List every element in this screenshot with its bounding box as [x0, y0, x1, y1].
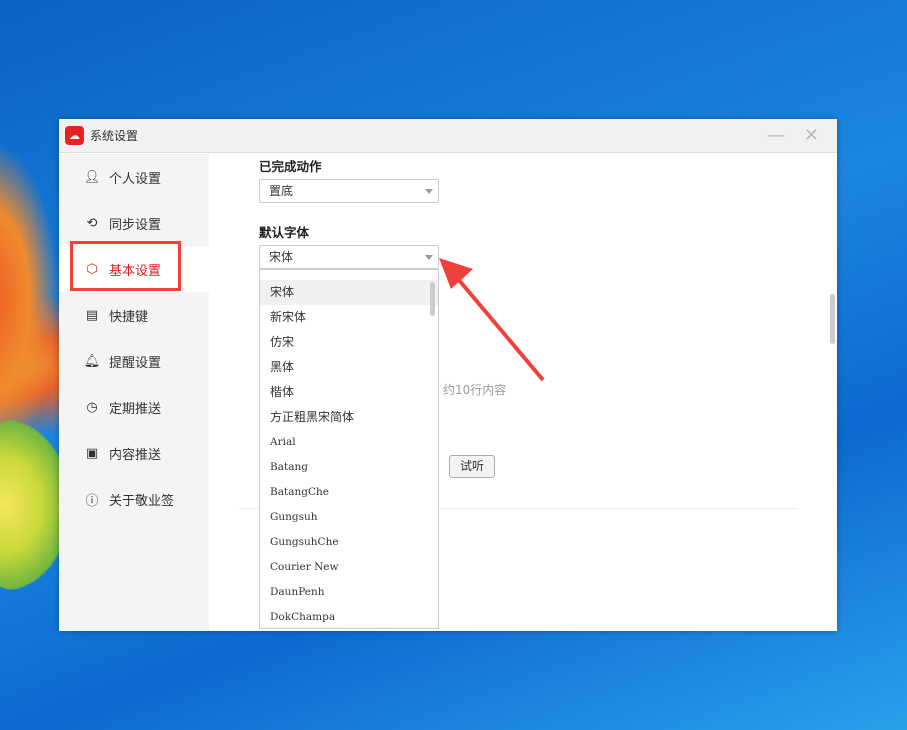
- annotation-highlight-box: [70, 241, 181, 291]
- sidebar-item-about[interactable]: ⓘ 关于敬业签: [59, 476, 209, 522]
- close-button[interactable]: ✕: [804, 125, 819, 146]
- sidebar-item-label: 定期推送: [109, 401, 162, 417]
- sidebar-item-reminder[interactable]: 🔔︎ 提醒设置: [59, 338, 209, 384]
- default-font-label: 默认字体: [259, 225, 310, 240]
- clock-icon: ◷: [86, 399, 98, 415]
- select-value: 置底: [269, 184, 294, 198]
- info-icon: ⓘ: [85, 493, 99, 509]
- sidebar-item-label: 提醒设置: [109, 355, 162, 371]
- sidebar: 👤︎ 个人设置 ⟲ 同步设置 ⬡ 基本设置 ▤ 快捷键 🔔︎ 提醒设置 ◷ 定期推送 ▣ 内容…: [59, 154, 209, 631]
- window-title: 系统设置: [90, 129, 139, 143]
- completed-action-label: 已完成动作: [259, 159, 322, 174]
- chevron-down-icon: [425, 189, 433, 194]
- chevron-down-icon: [425, 255, 433, 260]
- font-option[interactable]: 新宋体: [260, 305, 438, 330]
- title-bar: ☁ 系统设置 — ✕: [59, 119, 837, 153]
- sidebar-item-scheduled-push[interactable]: ◷ 定期推送: [59, 384, 209, 430]
- font-option[interactable]: 方正粗黑宋简体: [260, 405, 438, 430]
- annotation-arrow: [439, 258, 545, 382]
- font-option[interactable]: Batang: [260, 455, 438, 480]
- font-option[interactable]: 黑体: [260, 355, 438, 380]
- sidebar-item-label: 个人设置: [109, 171, 162, 187]
- default-font-select[interactable]: 宋体: [259, 245, 439, 269]
- font-option[interactable]: DaunPenh: [260, 580, 438, 605]
- sidebar-item-sync[interactable]: ⟲ 同步设置: [59, 200, 209, 246]
- completed-action-select[interactable]: 置底: [259, 179, 439, 203]
- sidebar-item-label: 同步设置: [109, 217, 162, 233]
- font-option[interactable]: Arial: [260, 430, 438, 455]
- sidebar-item-label: 内容推送: [109, 447, 162, 463]
- font-option[interactable]: 宋体: [260, 280, 438, 305]
- font-option[interactable]: Courier New: [260, 555, 438, 580]
- sidebar-item-shortcuts[interactable]: ▤ 快捷键: [59, 292, 209, 338]
- user-icon: 👤︎: [83, 169, 101, 185]
- font-option[interactable]: Gungsuh: [260, 505, 438, 530]
- listen-button[interactable]: 试听: [449, 455, 495, 478]
- font-dropdown-list: 宋体 新宋体 仿宋 黑体 楷体 方正粗黑宋简体 Arial Batang BatangChe Gu…: [259, 269, 439, 629]
- font-option[interactable]: BatangChe: [260, 480, 438, 505]
- sidebar-item-label: 快捷键: [109, 309, 149, 325]
- font-option[interactable]: DokChampa: [260, 605, 438, 628]
- font-option[interactable]: GungsuhChe: [260, 530, 438, 555]
- cloud-logo-icon: ☁: [65, 126, 84, 145]
- sidebar-item-content-push[interactable]: ▣ 内容推送: [59, 430, 209, 476]
- bell-icon: 🔔︎: [83, 353, 101, 369]
- font-option[interactable]: 楷体: [260, 380, 438, 405]
- select-value: 宋体: [269, 250, 294, 264]
- sync-icon: ⟲: [86, 215, 98, 231]
- keyboard-icon: ▤: [85, 307, 99, 323]
- sidebar-item-personal[interactable]: 👤︎ 个人设置: [59, 154, 209, 200]
- sidebar-item-label: 关于敬业签: [109, 493, 175, 509]
- settings-content: 已完成动作 置底 默认字体 宋体 约10行内容 试听 宋体 新宋体 仿宋 黑体 楷体 方正…: [209, 154, 837, 631]
- scrollbar[interactable]: [830, 294, 835, 344]
- document-icon: ▣: [85, 445, 99, 461]
- minimize-button[interactable]: —: [767, 125, 785, 146]
- desktop-wallpaper: [0, 140, 60, 460]
- font-option[interactable]: 仿宋: [260, 330, 438, 355]
